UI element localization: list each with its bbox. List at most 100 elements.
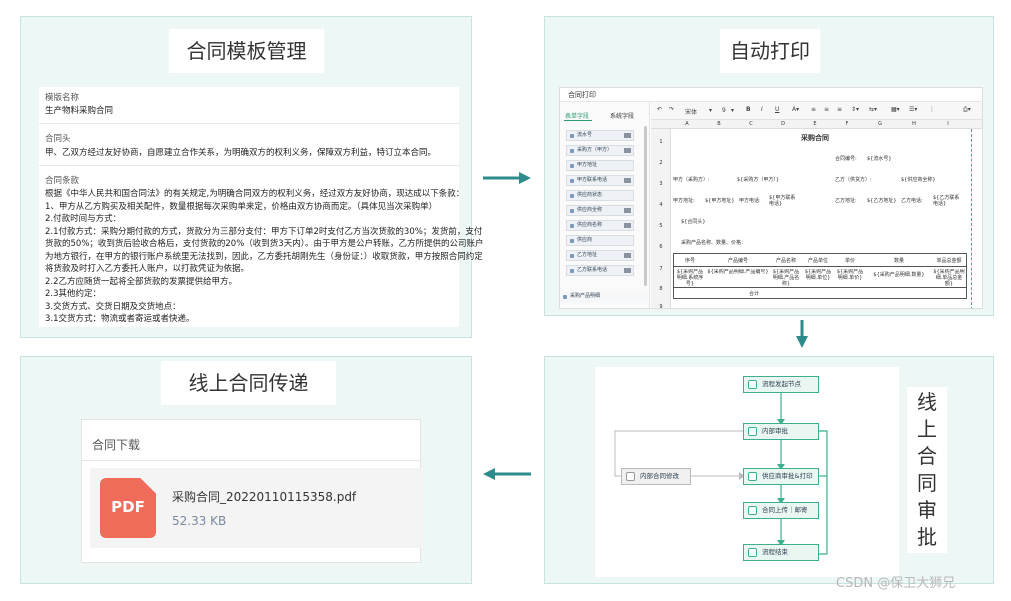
party-a-label: 甲方（采购方）: [673,177,710,183]
field-item[interactable]: 乙方联系电话 [566,265,634,276]
td: ${采购产品明细.数量} [873,272,925,278]
row-label: 4 [659,202,663,208]
td: ${采购产品明细.单价} [836,269,864,281]
party-a-addr-label: 甲方地址: [673,198,695,204]
file-item[interactable]: PDF 采购合同_20220110115358.pdf 52.33 KB [90,468,422,548]
terms-line: 根据《中华人民共和国合同法》的有关规定,为明确合同双方的权利义务，经过双方友好协… [45,189,465,199]
file-name[interactable]: 采购合同_20220110115358.pdf [172,488,356,505]
row-label: 1 [659,139,663,145]
template-panel: 合同模板管理 模版名称 生产物料采购合同 合同头 甲、乙双方经过友好协商，自愿建… [20,16,483,338]
product-line: 采购产品名称、数量、价格： [681,240,747,246]
arrow-down-icon [796,320,808,348]
underline-button[interactable]: U [775,106,779,113]
workflow-node[interactable]: 流程结束 [743,544,819,561]
align-left-icon[interactable]: ≡ [811,106,816,113]
divider [39,165,459,166]
td: ${采购产品明细.产品名称} [772,269,800,286]
download-header: 合同下载 [92,438,141,452]
tab-system-fields[interactable]: 系统字段 [610,111,634,120]
party-a-tel-label: 甲方电话: [739,198,761,204]
col-label: C [749,121,753,127]
print-icon[interactable]: ⎙▾ [963,106,971,114]
field-item[interactable]: 供应商名称 [566,220,634,231]
arrow-right-icon [483,172,531,184]
party-b-tel-value: ${乙方联系电话} [933,195,960,207]
print-window: 合同打印 表单字段 系统字段 流水号 采购方（甲方） 甲方地址 甲方联系电话 供… [559,87,983,309]
field-item[interactable]: 供应商全称 [566,205,634,216]
row-label: 3 [659,181,663,187]
approval-title-box: 线 上 合 同 审 批 [907,387,947,553]
field-item[interactable]: 甲方联系电话 [566,175,634,186]
template-name-label: 模版名称 [45,93,80,103]
contract-head-label: 合同头 [45,134,71,144]
workflow-node[interactable]: 合同上传｜邮寄 [743,502,819,519]
redo-icon[interactable]: ↷ [669,106,674,113]
format-toolbar: ↶ ↷ 宋体 ▾ 9 ▾ B I U A▾ ≡ ≡ ≡ ⇕▾ ⇆▾ ▦▾ ☰▾ … [651,102,982,120]
download-card: 合同下载 PDF 采购合同_20220110115358.pdf 52.33 K… [81,419,422,563]
td: ${采购产品明细.产品编号} [707,269,769,275]
italic-button[interactable]: I [761,106,763,113]
chevron-down-icon[interactable]: ▾ [731,107,734,114]
undo-icon[interactable]: ↶ [657,106,662,113]
field-item[interactable]: 流水号 [566,130,634,141]
col-label: E [813,121,817,127]
upload-icon [748,506,757,515]
font-select[interactable]: 宋体 [685,107,697,116]
sidebar-scrollbar[interactable] [644,126,647,286]
approval-title-char: 线 [917,390,937,414]
total-label: 合计 [748,291,759,297]
font-color-icon[interactable]: A▾ [792,106,799,113]
start-icon [748,380,757,389]
row-label: 5 [659,223,663,229]
workflow-node[interactable]: 内部审批 [743,423,819,440]
th: 产品编号 [727,258,748,264]
th: 产品名称 [775,258,796,264]
border-icon[interactable]: ▦▾ [891,106,900,113]
td: ${采购产品明细.系统序号} [676,269,704,286]
wrap-icon[interactable]: ⇆▾ [869,106,877,113]
workflow-node[interactable]: 流程发起节点 [743,376,819,393]
row-header: 1 2 3 4 5 6 7 8 9 [651,129,671,308]
row-label: 7 [659,266,663,272]
terms-line: 3.交货方式、交货日期及交货地点： [45,301,181,312]
align-right-icon[interactable]: ≡ [837,106,842,113]
workflow-node-revise[interactable]: 内部合同修改 [621,468,691,485]
td: ${采购产品明细.单品总金额} [933,269,965,286]
more-icon[interactable]: ⋮ [929,106,935,113]
contract-terms-body[interactable]: 根据《中华人民共和国合同法》的有关规定,为明确合同双方的权利义务，经过双方友好协… [45,188,483,326]
bold-button[interactable]: B [746,106,751,113]
delivery-panel-title: 线上合同传递 [161,361,336,405]
size-select[interactable]: 9 [722,107,726,114]
delivery-panel: 线上合同传递 合同下载 PDF 采购合同_20220110115358.pdf … [20,356,472,584]
field-item[interactable]: 供应商状态 [566,190,634,201]
print-node-icon [748,472,757,481]
field-sidebar: 表单字段 系统字段 流水号 采购方（甲方） 甲方地址 甲方联系电话 供应商状态 … [560,102,650,308]
th: 单价 [844,258,855,264]
party-b-tel-label: 乙方电话: [901,198,923,204]
chevron-down-icon[interactable]: ▾ [709,107,712,114]
column-header: A B C D E F G H I [651,120,982,129]
pdf-icon-label: PDF [111,498,145,516]
head-var: ${合同头} [681,219,706,225]
col-label: G [878,121,882,127]
field-item[interactable]: 采购方（甲方） [566,145,634,156]
approval-title-char: 上 [917,417,937,441]
template-name-value[interactable]: 生产物料采购合同 [45,105,113,118]
field-item-products[interactable]: 采购产品明细 [560,292,648,303]
terms-line: 2.2乙方应随货一起将全部货款的发票提供给甲方。 [45,276,238,287]
divider [39,123,459,124]
sheet-area: A B C D E F G H I 1 2 3 4 5 6 7 8 9 采购合同… [651,120,982,308]
tab-form-fields[interactable]: 表单字段 [565,111,589,120]
field-item[interactable]: 供应商 [566,235,634,246]
party-a-tel-value: ${甲方联系电话} [769,195,796,207]
contract-head-value[interactable]: 甲、乙双方经过友好协商，自愿建立合作关系，为明确双方的权利义务，保障双方利益，特… [45,147,436,160]
col-label: D [781,121,785,127]
menu-icon[interactable]: ☰▾ [909,106,917,113]
valign-icon[interactable]: ⇕▾ [851,106,859,113]
workflow-node[interactable]: 供应商审批&打印 [743,468,819,485]
row-label: 6 [659,244,663,250]
align-center-icon[interactable]: ≡ [824,106,829,113]
field-item[interactable]: 乙方地址 [566,250,634,261]
party-a-value: ${采购方（甲方）} [737,177,780,183]
field-item[interactable]: 甲方地址 [566,160,634,171]
